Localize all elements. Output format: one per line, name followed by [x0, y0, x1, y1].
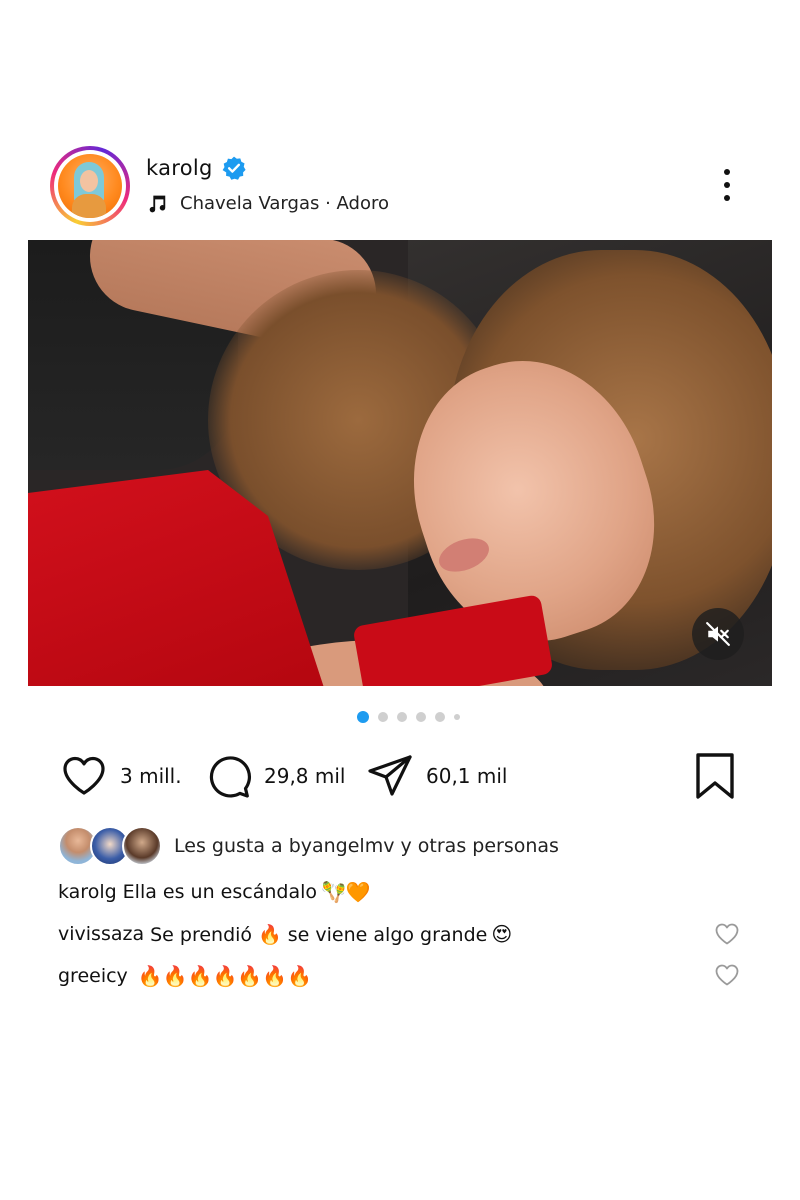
carousel-indicator [357, 711, 460, 723]
comment-text: Se prendió 🔥 se viene algo grande [150, 923, 488, 946]
share-button[interactable]: 60,1 mil [366, 752, 507, 800]
carousel-dot [416, 712, 426, 722]
likes-count: 3 mill. [120, 764, 182, 788]
caption: karolg Ella es un escándalo 🪇🧡 [58, 880, 371, 904]
carousel-dot [378, 712, 388, 722]
carousel-dot-active [357, 711, 369, 723]
comment-button[interactable]: 29,8 mil [204, 752, 345, 800]
avatar [122, 826, 162, 866]
like-button[interactable]: 3 mill. [60, 752, 182, 800]
share-icon [368, 755, 412, 796]
comment-emoji: 😍 [491, 922, 513, 946]
carousel-dot [397, 712, 407, 722]
username[interactable]: karolg [146, 156, 213, 180]
avatar-image [58, 154, 122, 218]
carousel-dot [435, 712, 445, 722]
comment-item: vivissaza Se prendió 🔥 se viene algo gra… [58, 922, 512, 946]
liked-by-avatars [58, 826, 164, 866]
avatar-body [72, 194, 106, 218]
comment-user[interactable]: greeicy [58, 965, 128, 987]
post-photo[interactable] [28, 240, 772, 686]
carousel-dot [454, 714, 460, 720]
avatar-inner [54, 150, 126, 222]
liked-by-row[interactable]: Les gusta a byangelmv y otras personas [58, 826, 559, 866]
action-bar: 3 mill. 29,8 mil 60,1 mil [60, 752, 750, 802]
comment-emoji: 🪇🧡 [321, 880, 371, 904]
music-label: Chavela Vargas · Adoro [180, 192, 389, 214]
comment-text: Ella es un escándalo [122, 881, 317, 903]
comment-like-heart-icon[interactable] [714, 963, 740, 987]
username-row: karolg [146, 155, 247, 181]
comment-icon [209, 756, 251, 798]
shares-count: 60,1 mil [426, 764, 508, 788]
comment-emoji: 🔥🔥🔥🔥🔥🔥🔥 [137, 964, 313, 988]
comment-user[interactable]: karolg [58, 881, 117, 903]
comment-item: greeicy 🔥🔥🔥🔥🔥🔥🔥 [58, 964, 312, 988]
avatar-face [80, 170, 98, 192]
comment-user[interactable]: vivissaza [58, 923, 144, 945]
verified-badge-icon [222, 156, 246, 180]
more-vertical-icon[interactable] [716, 167, 738, 203]
music-row[interactable]: Chavela Vargas · Adoro [146, 192, 389, 214]
comments-count: 29,8 mil [264, 764, 346, 788]
post-header: karolg Chavela Vargas · Adoro [0, 140, 800, 230]
comment-like-heart-icon[interactable] [714, 922, 740, 946]
liked-by-text: Les gusta a byangelmv y otras personas [174, 835, 559, 857]
avatar[interactable] [50, 146, 130, 226]
mute-icon [706, 622, 730, 646]
mute-button[interactable] [692, 608, 744, 660]
music-note-icon [149, 195, 166, 213]
bookmark-icon[interactable] [694, 752, 736, 800]
heart-icon [63, 756, 105, 795]
